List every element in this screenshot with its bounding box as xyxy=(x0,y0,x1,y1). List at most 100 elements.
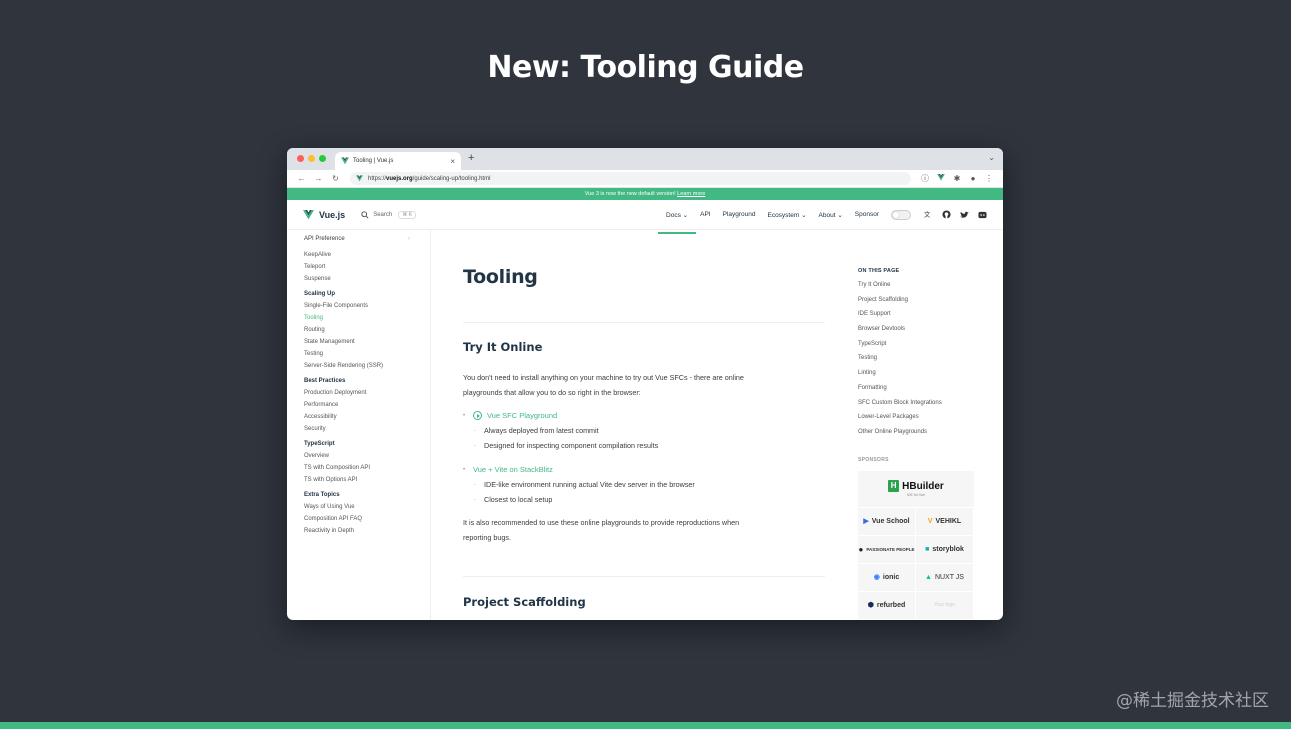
toc-item[interactable]: Browser Devtools xyxy=(858,326,998,341)
back-arrow-icon[interactable]: ← xyxy=(293,174,310,183)
toc-item[interactable]: Linting xyxy=(858,370,998,385)
hbuilder-name: HBuilder xyxy=(902,480,944,492)
close-window-button[interactable] xyxy=(297,155,304,162)
sidebar-item-ts-composition[interactable]: TS with Composition API xyxy=(304,465,430,471)
sidebar-item-ts-options[interactable]: TS with Options API xyxy=(304,477,430,483)
sidebar-item-production-deployment[interactable]: Production Deployment xyxy=(304,390,430,396)
sponsor-name: storyblok xyxy=(932,545,964,553)
sidebar-item-performance[interactable]: Performance xyxy=(304,402,430,408)
reload-icon[interactable]: ↻ xyxy=(327,174,344,183)
tab-list-chevron-icon[interactable]: ⌄ xyxy=(988,153,995,162)
discord-icon[interactable] xyxy=(973,210,991,220)
list-subitem-text: IDE-like environment running actual Vite… xyxy=(484,480,695,489)
sponsor-passionate-people[interactable]: ● PASSIONATE PEOPLE xyxy=(858,535,915,563)
info-icon[interactable]: ⓘ xyxy=(917,173,933,184)
sidebar-item-keepalive[interactable]: KeepAlive xyxy=(304,252,430,258)
translate-icon[interactable]: 文 xyxy=(919,210,937,220)
sidebar-item-composition-faq[interactable]: Composition API FAQ xyxy=(304,516,430,522)
toc-item[interactable]: Try It Online xyxy=(858,282,998,297)
sponsor-ionic[interactable]: ◉ ionic xyxy=(858,563,915,591)
sidebar-item-sfc[interactable]: Single-File Components xyxy=(304,303,430,309)
extensions-puzzle-icon[interactable]: ✱ xyxy=(949,174,965,183)
sidebar-item-teleport[interactable]: Teleport xyxy=(304,264,430,270)
api-preference-toggle[interactable]: API Preference › xyxy=(304,236,430,242)
on-this-page-aside: ON THIS PAGE Try It Online Project Scaff… xyxy=(858,230,998,620)
sidebar-item-routing[interactable]: Routing xyxy=(304,327,430,333)
nav-item-about[interactable]: About ⌄ xyxy=(819,211,843,219)
stackblitz-link[interactable]: Vue + Vite on StackBlitz xyxy=(473,465,553,474)
toc-item[interactable]: Lower-Level Packages xyxy=(858,414,998,429)
nav-item-docs[interactable]: Docs ⌄ xyxy=(658,211,697,234)
search-shortcut: ⌘ K xyxy=(398,210,416,219)
toc-item[interactable]: Formatting xyxy=(858,385,998,400)
sidebar-item-testing[interactable]: Testing xyxy=(304,351,430,357)
browser-menu-icon[interactable]: ⋮ xyxy=(981,174,997,183)
twitter-icon[interactable] xyxy=(955,210,973,220)
sponsor-name: ionic xyxy=(882,573,900,581)
site-brand[interactable]: Vue.js xyxy=(303,210,345,220)
toc-item[interactable]: SFC Custom Block Integrations xyxy=(858,400,998,415)
sponsor-vehikl[interactable]: V VEHIKL xyxy=(916,507,973,535)
toc-item[interactable]: Other Online Playgrounds xyxy=(858,429,998,444)
play-circle-icon xyxy=(473,411,482,420)
search-button[interactable]: Search ⌘ K xyxy=(361,210,416,219)
intro-paragraph: You don't need to install anything on yo… xyxy=(463,371,825,400)
nav-item-playground[interactable]: Playground xyxy=(723,211,756,218)
toc-item[interactable]: Project Scaffolding xyxy=(858,297,998,312)
sidebar-item-state-management[interactable]: State Management xyxy=(304,339,430,345)
sidebar-group-extra-topics: Extra Topics Ways of Using Vue Compositi… xyxy=(304,492,430,534)
sidebar-item-security[interactable]: Security xyxy=(304,426,430,432)
sidebar-item-suspense[interactable]: Suspense xyxy=(304,276,430,282)
vue-logo-icon xyxy=(356,175,363,182)
sidebar-item-ssr[interactable]: Server-Side Rendering (SSR) xyxy=(304,363,430,369)
profile-avatar-icon[interactable]: ● xyxy=(965,174,981,183)
address-bar: ← → ↻ https://vuejs.org/guide/scaling-up… xyxy=(287,170,1003,188)
bullet: ◦ xyxy=(474,427,476,434)
url-prefix: https:// xyxy=(368,175,387,182)
bullet: • xyxy=(463,466,466,473)
nav-item-ecosystem[interactable]: Ecosystem ⌄ xyxy=(767,211,806,219)
sponsor-hbuilder[interactable]: H HBuilder IDE for Vue xyxy=(858,470,974,507)
outro-line-1: It is also recommended to use these onli… xyxy=(463,518,740,527)
sidebar-group-heading: Best Practices xyxy=(304,378,346,384)
banner-link[interactable]: Learn more xyxy=(677,191,705,197)
nav-item-api[interactable]: API xyxy=(700,211,710,218)
main-article: Tooling Try It Online You don't need to … xyxy=(463,230,825,620)
sponsor-row: ● PASSIONATE PEOPLE ■ storyblok xyxy=(858,535,974,564)
toc-item[interactable]: IDE Support xyxy=(858,311,998,326)
browser-tab[interactable]: Tooling | Vue.js × xyxy=(335,152,461,170)
sidebar-item-ways-of-using-vue[interactable]: Ways of Using Vue xyxy=(304,504,430,510)
sidebar-item-accessibility[interactable]: Accessibility xyxy=(304,414,430,420)
toc-item[interactable]: TypeScript xyxy=(858,341,998,356)
sponsor-refurbed[interactable]: ⬢ refurbed xyxy=(858,591,915,619)
sfc-playground-link[interactable]: Vue SFC Playground xyxy=(487,411,557,420)
maximize-window-button[interactable] xyxy=(319,155,326,162)
list-subitem-text: Always deployed from latest commit xyxy=(484,426,599,435)
sponsor-storyblok[interactable]: ■ storyblok xyxy=(916,535,973,563)
new-tab-button[interactable]: + xyxy=(468,152,474,164)
section-divider xyxy=(463,322,825,323)
sidebar-item-reactivity-in-depth[interactable]: Reactivity in Depth xyxy=(304,528,430,534)
bullet: ◦ xyxy=(474,481,476,488)
dark-mode-toggle[interactable] xyxy=(891,209,911,220)
brand-name: Vue.js xyxy=(319,209,346,220)
forward-arrow-icon[interactable]: → xyxy=(310,174,327,183)
vue-devtools-extension-icon[interactable] xyxy=(933,174,949,183)
on-this-page-heading: ON THIS PAGE xyxy=(858,268,900,274)
sponsor-vue-school[interactable]: ▶ Vue School xyxy=(858,507,915,535)
bullet: ◦ xyxy=(474,496,476,503)
outro-paragraph: It is also recommended to use these onli… xyxy=(463,516,825,545)
sidebar-item-ts-overview[interactable]: Overview xyxy=(304,453,430,459)
sponsor-placeholder[interactable]: Your logo xyxy=(916,591,973,619)
tab-close-icon[interactable]: × xyxy=(450,157,455,166)
hbuilder-logo: H HBuilder xyxy=(888,480,944,493)
sidebar-item-tooling[interactable]: Tooling xyxy=(304,315,430,321)
svg-text:文: 文 xyxy=(924,210,931,218)
sponsor-nuxt[interactable]: ▲ NUXT JS xyxy=(916,563,973,591)
minimize-window-button[interactable] xyxy=(308,155,315,162)
nav-item-sponsor[interactable]: Sponsor xyxy=(855,211,879,218)
toc-item[interactable]: Testing xyxy=(858,355,998,370)
url-field[interactable]: https://vuejs.org/guide/scaling-up/tooli… xyxy=(350,172,911,185)
github-icon[interactable] xyxy=(937,210,955,220)
section-heading-try-it-online: Try It Online xyxy=(463,340,543,354)
